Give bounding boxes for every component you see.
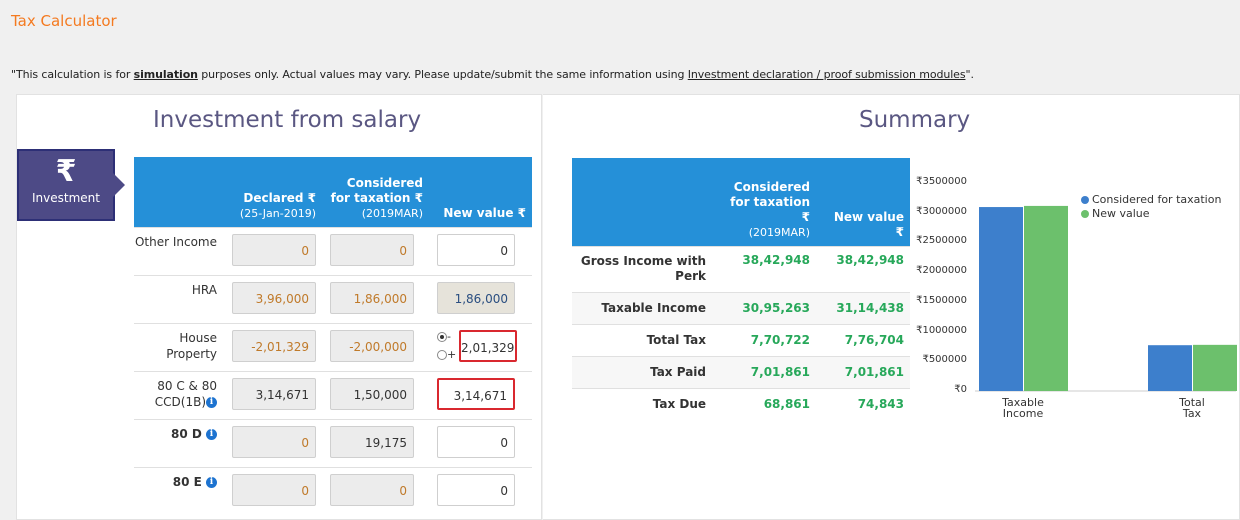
x-tick-label: Total Tax — [1179, 396, 1205, 420]
new-value-hra-input: 1,86,000 — [437, 281, 515, 314]
summary-label-tax-paid: Tax Paid — [572, 355, 712, 388]
info-icon[interactable]: i — [206, 476, 217, 488]
investment-table: Declared ₹ (25-Jan-2019) Considered for t… — [134, 157, 532, 515]
considered-house-property: -2,00,000 — [330, 329, 414, 362]
considered-80d: 19,175 — [330, 425, 414, 458]
bar-new-value-taxable-income[interactable] — [1024, 205, 1068, 391]
header-declared: Declared ₹ (25-Jan-2019) — [224, 157, 322, 227]
table-row: Taxable Income 30,95,263 31,14,438 — [572, 291, 910, 324]
row-label-80c: 80 C & 80 CCD(1B) i — [134, 370, 224, 419]
new-value-80d-input[interactable]: 0 — [437, 425, 515, 458]
summary-new-tax-due: 74,843 — [816, 387, 910, 420]
considered-other-income: 0 — [330, 233, 414, 266]
tax-comparison-chart: Considered for taxation New value ₹0 ₹500… — [911, 175, 1240, 435]
row-label-hra: HRA — [134, 274, 224, 323]
investment-tab-label: Investment — [32, 191, 100, 205]
row-label-house-property: House Property — [134, 322, 224, 371]
header-considered: Considered for taxation ₹ (2019MAR) — [322, 157, 429, 227]
investment-declaration-link[interactable]: Investment declaration / proof submissio… — [688, 68, 966, 81]
declared-hra: 3,96,000 — [232, 281, 316, 314]
header-blank — [134, 157, 224, 227]
y-tick-label: ₹2500000 — [916, 235, 967, 247]
considered-80c: 1,50,000 — [330, 377, 414, 410]
info-icon[interactable]: i — [206, 428, 217, 440]
table-row: 80 D i 0 19,175 0 — [134, 418, 532, 467]
table-row: Total Tax 7,70,722 7,76,704 — [572, 323, 910, 356]
summary-header-new-value: New value ₹ — [816, 158, 910, 246]
summary-label-total-tax: Total Tax — [572, 323, 712, 356]
new-value-80c-input[interactable]: 3,14,671 — [437, 377, 515, 410]
summary-panel: Summary Considered for taxation ₹ (2019MA… — [543, 94, 1240, 520]
summary-label-gross-income: Gross Income with Perk — [572, 245, 712, 292]
summary-considered-tax-paid: 7,01,861 — [712, 355, 816, 388]
header-new-value: New value ₹ — [429, 157, 532, 227]
summary-label-taxable-income: Taxable Income — [572, 291, 712, 324]
table-row: 80 C & 80 CCD(1B) i 3,14,671 1,50,000 3,1… — [134, 370, 532, 419]
y-tick-label: ₹500000 — [922, 354, 967, 366]
sign-radio-group: - + — [437, 330, 456, 362]
row-label-80e: 80 E i — [134, 466, 224, 515]
summary-new-taxable-income: 31,14,438 — [816, 291, 910, 324]
considered-hra: 1,86,000 — [330, 281, 414, 314]
new-value-other-income-input[interactable]: 0 — [437, 233, 515, 266]
table-row: Gross Income with Perk 38,42,948 38,42,9… — [572, 245, 910, 292]
y-tick-label: ₹1500000 — [916, 294, 967, 306]
investment-panel: Investment from salary ₹ Investment Decl… — [16, 94, 542, 520]
summary-header-considered: Considered for taxation ₹ (2019MAR) — [712, 158, 816, 246]
summary-considered-total-tax: 7,70,722 — [712, 323, 816, 356]
rupee-icon: ₹ — [55, 154, 77, 189]
declared-house-property: -2,01,329 — [232, 329, 316, 362]
declared-80e: 0 — [232, 473, 316, 506]
summary-considered-taxable-income: 30,95,263 — [712, 291, 816, 324]
x-tick-label: Taxable Income — [1002, 396, 1044, 420]
summary-new-gross-income: 38,42,948 — [816, 245, 910, 292]
y-tick-label: ₹3500000 — [916, 176, 967, 187]
y-tick-label: ₹1000000 — [916, 324, 967, 336]
summary-considered-gross-income: 38,42,948 — [712, 245, 816, 292]
bar-new-value-total-tax[interactable] — [1193, 344, 1237, 391]
info-icon[interactable]: i — [206, 396, 217, 408]
table-row: Other Income 0 0 0 — [134, 226, 532, 275]
y-tick-label: ₹2000000 — [916, 265, 967, 277]
summary-header-blank — [572, 158, 712, 246]
declared-80d: 0 — [232, 425, 316, 458]
summary-considered-tax-due: 68,861 — [712, 387, 816, 420]
investment-heading: Investment from salary — [153, 107, 422, 133]
simulation-notice: "This calculation is for simulation purp… — [11, 68, 974, 81]
row-label-80d: 80 D i — [134, 418, 224, 467]
new-value-80e-input[interactable]: 0 — [437, 473, 515, 506]
table-row: HRA 3,96,000 1,86,000 1,86,000 — [134, 274, 532, 323]
summary-new-tax-paid: 7,01,861 — [816, 355, 910, 388]
y-tick-label: ₹3000000 — [916, 205, 967, 217]
new-value-house-property-input[interactable]: 2,01,329 — [459, 329, 517, 362]
page-title: Tax Calculator — [11, 12, 117, 30]
table-row: Tax Paid 7,01,861 7,01,861 — [572, 355, 910, 388]
summary-heading: Summary — [859, 107, 971, 133]
summary-label-tax-due: Tax Due — [572, 387, 712, 420]
summary-table: Considered for taxation ₹ (2019MAR) New v… — [572, 158, 910, 420]
table-row: House Property -2,01,329 -2,00,000 - + 2… — [134, 322, 532, 371]
summary-new-total-tax: 7,76,704 — [816, 323, 910, 356]
legend-item-considered[interactable]: Considered for taxation — [1081, 193, 1221, 207]
chart-legend: Considered for taxation New value — [1081, 193, 1221, 221]
considered-80e: 0 — [330, 473, 414, 506]
y-tick-label: ₹0 — [954, 384, 967, 395]
minus-radio[interactable] — [437, 331, 447, 342]
row-label-other-income: Other Income — [134, 226, 224, 275]
declared-80c: 3,14,671 — [232, 377, 316, 410]
plus-radio[interactable] — [437, 349, 447, 360]
bar-considered-taxable-income[interactable] — [979, 207, 1023, 391]
table-row: 80 E i 0 0 0 — [134, 466, 532, 515]
table-row: Tax Due 68,861 74,843 — [572, 387, 910, 420]
bar-considered-total-tax[interactable] — [1148, 345, 1192, 391]
investment-tab[interactable]: ₹ Investment — [17, 149, 125, 221]
tab-pointer — [113, 173, 125, 197]
simulation-link[interactable]: simulation — [134, 68, 198, 81]
declared-other-income: 0 — [232, 233, 316, 266]
legend-item-new-value[interactable]: New value — [1081, 207, 1221, 221]
